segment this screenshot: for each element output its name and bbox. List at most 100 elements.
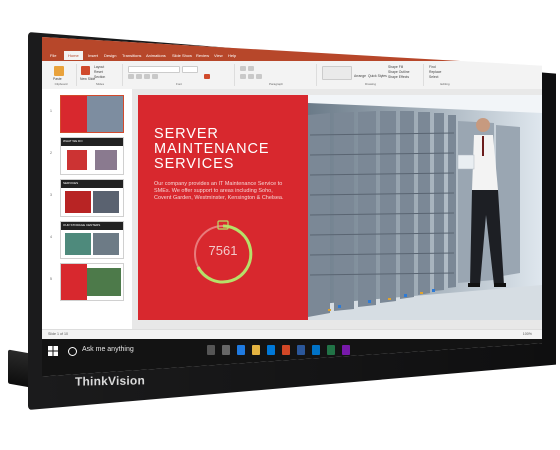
taskbar-search[interactable]: Ask me anything bbox=[82, 346, 134, 353]
slide-thumb[interactable]: OUR STORAGE CENTERS bbox=[60, 221, 124, 259]
tab-view[interactable]: View bbox=[214, 53, 223, 58]
slides-group: New Slide Layout Reset Section Slides bbox=[78, 64, 123, 86]
editing-group: Find Replace Select Editing bbox=[425, 64, 465, 86]
slide-title-line: SERVICES bbox=[154, 156, 235, 172]
drawing-group-label: Drawing bbox=[364, 82, 376, 86]
bullets-icon[interactable] bbox=[240, 66, 246, 71]
slide-counter: Slide 1 of 10 bbox=[48, 332, 68, 336]
outlook-icon[interactable] bbox=[312, 345, 320, 355]
excel-icon[interactable] bbox=[327, 345, 335, 355]
edge-icon[interactable] bbox=[237, 345, 245, 355]
replace-button[interactable]: Replace bbox=[429, 70, 441, 74]
slide-body-text[interactable]: Our company provides an IT Maintenance S… bbox=[154, 181, 289, 202]
align-center-icon[interactable] bbox=[248, 74, 254, 79]
onenote-icon[interactable] bbox=[342, 345, 350, 355]
brand-logo: ThinkVision bbox=[75, 373, 145, 389]
ribbon: Paste Clipboard New Slide Layout Reset S… bbox=[42, 61, 542, 90]
font-name-box[interactable] bbox=[128, 66, 180, 73]
store-icon[interactable] bbox=[267, 345, 275, 355]
slides-group-label: Slides bbox=[95, 82, 105, 86]
font-color-icon[interactable] bbox=[204, 74, 210, 79]
paragraph-group: Paragraph bbox=[236, 64, 317, 86]
tab-file[interactable]: File bbox=[50, 53, 56, 58]
paragraph-group-label: Paragraph bbox=[268, 82, 283, 86]
server-racks-image bbox=[308, 95, 542, 320]
italic-icon[interactable] bbox=[136, 74, 142, 79]
paste-icon[interactable] bbox=[54, 66, 64, 76]
tab-insert[interactable]: Insert bbox=[88, 53, 98, 58]
powerpoint-icon[interactable] bbox=[282, 345, 290, 355]
clipboard-group: Paste Clipboard bbox=[46, 64, 77, 86]
reset-button[interactable]: Reset bbox=[94, 70, 103, 74]
clipboard-group-label: Clipboard bbox=[54, 82, 68, 86]
word-icon[interactable] bbox=[297, 345, 305, 355]
slide-thumbnails: 1 2 WHAT WE DO 3 SERVICES 4 OUR STORAGE … bbox=[42, 89, 133, 329]
arrange-button[interactable]: Arrange bbox=[354, 74, 366, 78]
tab-transitions[interactable]: Transitions bbox=[122, 53, 141, 58]
gauge-chart: 7561 bbox=[188, 219, 258, 289]
current-slide[interactable]: SERVER MAINTENANCE SERVICES Our company … bbox=[138, 95, 542, 320]
shape-fill-button[interactable]: Shape Fill bbox=[388, 65, 403, 69]
thumb-number: 3 bbox=[50, 193, 52, 197]
font-group: Font bbox=[124, 64, 235, 86]
thumb-number: 2 bbox=[50, 151, 52, 155]
new-slide-label: New Slide bbox=[80, 77, 96, 81]
select-button[interactable]: Select bbox=[429, 75, 438, 79]
slide-title-line: MAINTENANCE bbox=[154, 141, 270, 157]
bold-icon[interactable] bbox=[128, 74, 134, 79]
align-right-icon[interactable] bbox=[256, 74, 262, 79]
font-size-box[interactable] bbox=[182, 66, 198, 73]
slide-red-panel: SERVER MAINTENANCE SERVICES Our company … bbox=[138, 95, 308, 320]
align-left-icon[interactable] bbox=[240, 74, 246, 79]
slide-canvas[interactable]: SERVER MAINTENANCE SERVICES Our company … bbox=[132, 89, 542, 329]
slide-title[interactable]: SERVER MAINTENANCE SERVICES bbox=[154, 127, 269, 172]
numbering-icon[interactable] bbox=[248, 66, 254, 71]
minimize-button[interactable]: — bbox=[494, 40, 504, 48]
close-button[interactable]: ✕ bbox=[522, 40, 532, 48]
find-button[interactable]: Find bbox=[429, 65, 436, 69]
device-scene: ThinkVision ThinkVision - Microsoft Powe… bbox=[0, 0, 560, 450]
ribbon-tabs: File Home Insert Design Transitions Anim… bbox=[42, 51, 542, 61]
mic-icon[interactable] bbox=[207, 345, 215, 355]
thumb-number: 4 bbox=[50, 235, 52, 239]
tab-review[interactable]: Review bbox=[196, 53, 209, 58]
server-room-photo[interactable] bbox=[308, 95, 542, 320]
search-icon[interactable] bbox=[68, 347, 77, 356]
tab-animations[interactable]: Animations bbox=[146, 53, 166, 58]
slide-thumb[interactable] bbox=[60, 263, 124, 301]
layout-button[interactable]: Layout bbox=[94, 65, 104, 69]
editing-group-label: Editing bbox=[440, 82, 450, 86]
tab-help[interactable]: Help bbox=[228, 53, 236, 58]
font-group-label: Font bbox=[175, 82, 182, 86]
underline-icon[interactable] bbox=[144, 74, 150, 79]
slide-title-line: SERVER bbox=[154, 126, 219, 142]
shape-outline-button[interactable]: Shape Outline bbox=[388, 70, 410, 74]
new-slide-icon[interactable] bbox=[81, 66, 90, 75]
monitor-screen: ThinkVision - Microsoft PowerPoint Prese… bbox=[42, 37, 542, 377]
thumb-number: 1 bbox=[50, 109, 52, 113]
gauge-value: 7561 bbox=[208, 243, 238, 258]
windows-icon[interactable] bbox=[48, 346, 58, 356]
section-button[interactable]: Section bbox=[94, 75, 105, 79]
tab-design[interactable]: Design bbox=[104, 53, 116, 58]
shapes-gallery[interactable] bbox=[322, 66, 352, 80]
zoom-level[interactable]: 100% bbox=[523, 332, 532, 336]
drawing-group: Arrange Quick Styles Shape Fill Shape Ou… bbox=[318, 64, 424, 86]
slide-thumb[interactable] bbox=[60, 95, 124, 133]
slide-thumb[interactable]: SERVICES bbox=[60, 179, 124, 217]
window-title: ThinkVision - Microsoft PowerPoint Prese… bbox=[227, 40, 328, 46]
paste-label: Paste bbox=[53, 77, 62, 81]
explorer-icon[interactable] bbox=[252, 345, 260, 355]
thumb-title: OUR STORAGE CENTERS bbox=[63, 223, 101, 227]
maximize-button[interactable]: □ bbox=[508, 40, 518, 48]
tab-slide-show[interactable]: Slide Show bbox=[172, 53, 192, 58]
shape-effects-button[interactable]: Shape Effects bbox=[388, 75, 409, 79]
thumb-title: WHAT WE DO bbox=[63, 139, 83, 143]
task-view-icon[interactable] bbox=[222, 345, 230, 355]
thumb-title: SERVICES bbox=[63, 181, 79, 185]
thumb-number: 5 bbox=[50, 277, 52, 281]
quick-styles-button[interactable]: Quick Styles bbox=[368, 74, 387, 78]
slide-thumb[interactable]: WHAT WE DO bbox=[60, 137, 124, 175]
tab-home[interactable]: Home bbox=[64, 51, 83, 60]
strikethrough-icon[interactable] bbox=[152, 74, 158, 79]
